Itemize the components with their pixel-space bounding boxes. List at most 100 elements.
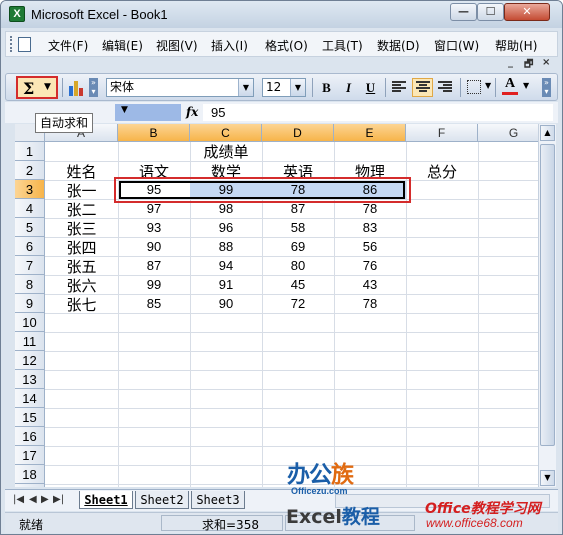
next-sheet-icon[interactable]: ▶	[41, 494, 49, 505]
cell-name[interactable]: 张五	[45, 256, 118, 276]
insert-function-icon[interactable]: fx	[186, 105, 198, 119]
worksheet-grid[interactable]: A B C D E F G 1 2 3 4 5 6 7 8 9 10 11 12…	[15, 124, 538, 487]
chevron-down-icon[interactable]: ▼	[238, 79, 253, 96]
menu-edit[interactable]: 编辑(E)	[102, 37, 143, 54]
cell-score-physics[interactable]: 43	[334, 275, 406, 294]
sheet-tab-3[interactable]: Sheet3	[191, 491, 245, 509]
row-header-6[interactable]: 6	[15, 237, 45, 256]
autosum-button[interactable]: Σ ▼	[16, 76, 58, 99]
column-header-f[interactable]: F	[406, 124, 478, 142]
close-button[interactable]: ✕	[504, 3, 550, 21]
sheet-tab-2[interactable]: Sheet2	[135, 491, 189, 509]
row-header-14[interactable]: 14	[15, 389, 45, 408]
cell-header-name[interactable]: 姓名	[45, 161, 118, 181]
font-color-button[interactable]: A	[501, 76, 519, 97]
scroll-down-arrow-icon[interactable]: ▼	[540, 470, 555, 486]
menu-window[interactable]: 窗口(W)	[434, 37, 479, 54]
cell-name[interactable]: 张三	[45, 218, 118, 238]
cell-score-english[interactable]: 45	[262, 275, 334, 294]
menu-tools[interactable]: 工具(T)	[322, 37, 363, 54]
doc-restore-button[interactable]: 🗗	[524, 57, 533, 74]
cell-score-math[interactable]: 96	[190, 218, 262, 237]
minimize-button[interactable]: —	[450, 3, 477, 21]
menu-file[interactable]: 文件(F)	[48, 37, 88, 54]
cell-score-english[interactable]: 80	[262, 256, 334, 275]
column-header-b[interactable]: B	[118, 124, 190, 142]
last-sheet-icon[interactable]: ▶|	[53, 494, 64, 505]
row-header-9[interactable]: 9	[15, 294, 45, 313]
align-left-icon[interactable]	[392, 81, 406, 93]
menu-view[interactable]: 视图(V)	[156, 37, 198, 54]
row-header-8[interactable]: 8	[15, 275, 45, 294]
row-header-19[interactable]: 19	[15, 484, 45, 487]
row-header-4[interactable]: 4	[15, 199, 45, 218]
cell-score-math[interactable]: 90	[190, 294, 262, 313]
row-header-16[interactable]: 16	[15, 427, 45, 446]
cell-score-chinese[interactable]: 99	[118, 275, 190, 294]
cell-score-english[interactable]: 58	[262, 218, 334, 237]
cell-score-chinese[interactable]: 93	[118, 218, 190, 237]
prev-sheet-icon[interactable]: ◀	[29, 494, 37, 505]
cell-score-math[interactable]: 91	[190, 275, 262, 294]
name-box[interactable]: ▼	[115, 104, 181, 121]
borders-icon[interactable]	[467, 80, 481, 94]
formula-input[interactable]: 95	[203, 104, 553, 121]
chevron-down-icon[interactable]: ▼	[44, 82, 51, 92]
chevron-down-icon[interactable]: ▼	[121, 105, 128, 115]
menu-format[interactable]: 格式(O)	[265, 37, 308, 54]
toolbar-overflow-chevron[interactable]: » ▾	[89, 78, 98, 97]
menu-grip-handle[interactable]	[10, 36, 14, 52]
cell-score-chinese[interactable]: 90	[118, 237, 190, 256]
row-header-2[interactable]: 2	[15, 161, 45, 180]
cell-title[interactable]: 成绩单	[190, 142, 262, 161]
menu-data[interactable]: 数据(D)	[377, 37, 420, 54]
row-header-13[interactable]: 13	[15, 370, 45, 389]
align-right-icon[interactable]	[438, 81, 452, 93]
first-sheet-icon[interactable]: |◀	[13, 494, 24, 505]
row-header-10[interactable]: 10	[15, 313, 45, 332]
italic-button[interactable]: I	[338, 78, 359, 97]
chevron-down-icon[interactable]: ▼	[523, 81, 529, 90]
column-header-d[interactable]: D	[262, 124, 334, 142]
cell-name[interactable]: 张一	[45, 180, 118, 200]
cell-score-physics[interactable]: 78	[334, 294, 406, 313]
bold-button[interactable]: B	[316, 78, 337, 97]
menu-insert[interactable]: 插入(I)	[211, 37, 248, 54]
cell-header-total[interactable]: 总分	[406, 161, 478, 181]
cell-score-chinese[interactable]: 87	[118, 256, 190, 275]
column-header-c[interactable]: C	[190, 124, 262, 142]
row-header-7[interactable]: 7	[15, 256, 45, 275]
row-header-11[interactable]: 11	[15, 332, 45, 351]
row-header-1[interactable]: 1	[15, 142, 45, 161]
row-header-5[interactable]: 5	[15, 218, 45, 237]
chart-wizard-icon[interactable]	[68, 79, 86, 96]
menu-help[interactable]: 帮助(H)	[495, 37, 537, 54]
row-header-17[interactable]: 17	[15, 446, 45, 465]
scroll-up-arrow-icon[interactable]: ▲	[540, 125, 555, 141]
sheet-tab-1[interactable]: Sheet1	[79, 491, 133, 509]
cell-score-math[interactable]: 94	[190, 256, 262, 275]
underline-button[interactable]: U	[360, 78, 381, 97]
cell-score-physics[interactable]: 83	[334, 218, 406, 237]
chevron-down-icon[interactable]: ▼	[290, 79, 305, 96]
doc-minimize-button[interactable]: _	[508, 57, 513, 68]
cell-score-math[interactable]: 88	[190, 237, 262, 256]
cell-score-english[interactable]: 69	[262, 237, 334, 256]
cell-score-english[interactable]: 72	[262, 294, 334, 313]
cell-score-chinese[interactable]: 85	[118, 294, 190, 313]
cell-name[interactable]: 张二	[45, 199, 118, 219]
row-header-3[interactable]: 3	[15, 180, 45, 199]
vertical-scrollbar[interactable]: ▲ ▼	[538, 124, 556, 487]
scrollbar-thumb[interactable]	[540, 144, 555, 446]
document-icon[interactable]	[18, 37, 31, 52]
chevron-down-icon[interactable]: ▼	[485, 81, 491, 90]
cell-score-physics[interactable]: 56	[334, 237, 406, 256]
align-center-button[interactable]	[412, 78, 433, 97]
cell-name[interactable]: 张七	[45, 294, 118, 314]
font-name-select[interactable]: 宋体 ▼	[106, 78, 254, 97]
maximize-button[interactable]: ☐	[477, 3, 504, 21]
row-header-15[interactable]: 15	[15, 408, 45, 427]
column-header-g[interactable]: G	[478, 124, 538, 142]
cell-name[interactable]: 张四	[45, 237, 118, 257]
cell-name[interactable]: 张六	[45, 275, 118, 295]
